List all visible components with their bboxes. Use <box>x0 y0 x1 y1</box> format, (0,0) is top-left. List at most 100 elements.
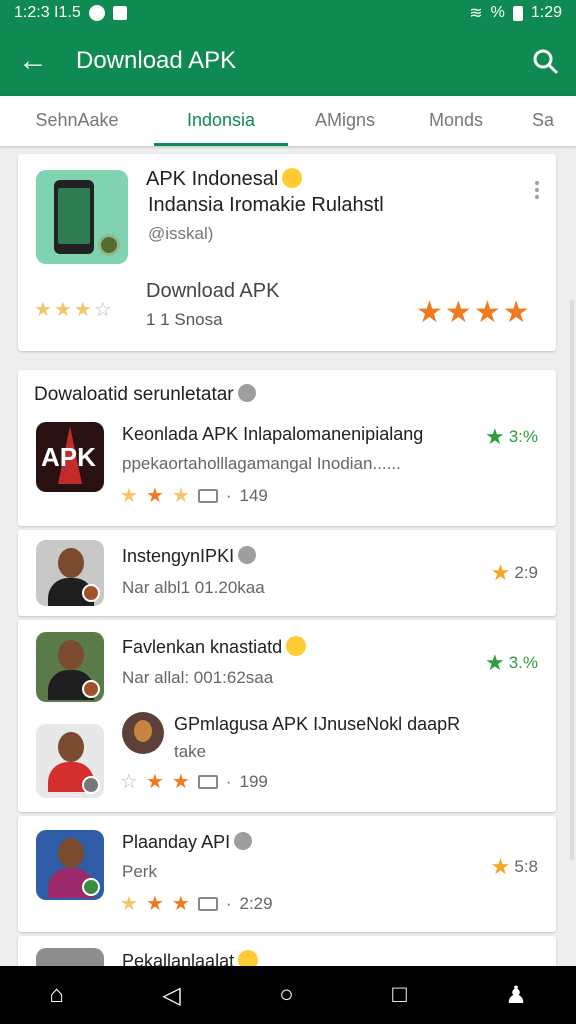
box-icon <box>197 775 218 789</box>
status-right: ≋ % 1:29 <box>469 3 562 23</box>
star-icon: ★ <box>145 771 164 793</box>
rating-badge: ★ 2:9 <box>490 560 538 585</box>
rating-badge: ★ 3.% <box>484 650 538 675</box>
download-label[interactable]: Download APK <box>146 280 279 303</box>
star-icon: ★ <box>490 560 511 585</box>
badge-icon <box>82 680 100 698</box>
tab-amigns[interactable]: AMigns <box>288 96 402 146</box>
more-options-icon[interactable] <box>534 178 540 202</box>
star-icon: ★ <box>444 296 472 329</box>
small-rating-stars: ★ ★ ★ ☆ <box>34 300 112 320</box>
star-outline-icon: ☆ <box>93 299 112 321</box>
star-icon: ★ <box>484 424 505 449</box>
list-item-title: InstengynIPKI <box>122 546 257 567</box>
list-item-title: Plaanday API <box>122 832 253 853</box>
search-icon[interactable] <box>532 48 558 74</box>
back-icon[interactable]: ◁ <box>162 981 180 1010</box>
featured-title: APK Indonesal <box>146 168 303 191</box>
notification-icon <box>88 5 105 21</box>
list-item-subtitle: Nar albl1 01.20kaa <box>122 578 265 597</box>
verified-icon <box>234 832 253 850</box>
status-bar: 1:2:3 I1.5 ≋ % 1:29 <box>0 0 576 26</box>
list-item-meta: ☆ ★ ★ · 199 <box>120 771 268 793</box>
star-icon: ★ <box>416 296 443 329</box>
star-outline-icon: ☆ <box>120 771 138 793</box>
badge-icon <box>82 878 100 896</box>
apk-logo-text: APK <box>41 442 96 472</box>
emoji-icon <box>282 168 303 188</box>
scrollbar[interactable] <box>570 300 574 860</box>
star-icon: ★ <box>171 893 190 915</box>
status-clock: 1:29 <box>530 4 562 21</box>
avatar <box>122 712 164 754</box>
star-icon: ★ <box>145 893 164 915</box>
featured-developer: @isskal) <box>148 224 214 243</box>
page-title: Download APK <box>76 47 237 74</box>
star-icon: ★ <box>484 650 505 675</box>
star-icon: ★ <box>171 485 190 507</box>
apk-app-icon[interactable]: APK <box>36 422 104 492</box>
list-item-title[interactable]: Keonlada APK Inlapalomanenipialang <box>122 424 423 445</box>
verified-icon <box>238 546 257 564</box>
box-icon <box>197 489 218 503</box>
avatar <box>36 724 104 798</box>
list-item-meta: ★ ★ ★ · 2:29 <box>120 893 273 915</box>
emoji-icon <box>286 636 307 656</box>
star-icon: ★ <box>473 296 501 329</box>
list-item-subtitle: Perk <box>122 862 157 881</box>
section-title: Dowaloatid serunletatar <box>34 384 256 406</box>
list-item-subtitle: Nar allal: 001:62saa <box>122 668 274 687</box>
star-icon: ★ <box>120 893 138 915</box>
rating-badge: ★ 3:% <box>484 424 538 449</box>
status-left: 1:2:3 I1.5 <box>14 4 127 22</box>
featured-app-thumbnail <box>36 170 128 264</box>
verified-icon <box>237 384 256 402</box>
tab-bar: SehnAake Indonsia AMigns Monds Sa <box>0 96 576 146</box>
star-icon: ★ <box>145 485 164 507</box>
tab-indonsia[interactable]: Indonsia <box>154 96 288 146</box>
battery-percent: % <box>490 4 505 21</box>
system-nav-bar: ⌂ ◁ ○ □ ♟ <box>0 966 576 1024</box>
rating-badge: ★ 5:8 <box>490 854 538 879</box>
star-icon: ★ <box>502 296 530 329</box>
star-icon: ★ <box>490 854 511 879</box>
list-item-card[interactable]: InstengynIPKI Nar albl1 01.20kaa ★ 2:9 <box>18 530 556 616</box>
avatar <box>36 830 104 900</box>
featured-size: 1 1 Snosa <box>146 310 223 329</box>
star-icon: ★ <box>34 299 52 321</box>
badge-icon <box>82 776 100 794</box>
home-circle-icon[interactable]: ○ <box>279 981 294 1009</box>
status-time: 1:2:3 I1.5 <box>14 4 81 21</box>
battery-icon <box>512 5 523 21</box>
star-icon: ★ <box>120 485 138 507</box>
gear-icon <box>98 234 120 256</box>
box-icon <box>197 897 218 911</box>
avatar <box>36 632 104 702</box>
tab-monds[interactable]: Monds <box>402 96 510 146</box>
section-card: Dowaloatid serunletatar APK Keonlada APK… <box>18 370 556 526</box>
star-icon: ★ <box>171 771 190 793</box>
list-item-title: GPmlagusa APK IJnuseNokl daapR <box>174 714 461 734</box>
list-item-meta: ★ ★ ★ · 149 <box>120 485 268 507</box>
tab-sehnaake[interactable]: SehnAake <box>0 96 154 146</box>
app-bar: ← Download APK <box>0 26 576 96</box>
back-arrow-icon[interactable]: ← <box>18 44 58 78</box>
phone-image <box>54 180 94 254</box>
avatar <box>36 540 104 606</box>
wifi-icon: ≋ <box>469 5 483 22</box>
app-icon <box>112 6 127 20</box>
star-icon: ★ <box>73 299 92 321</box>
profile-icon[interactable]: ♟ <box>505 981 527 1010</box>
tab-sa[interactable]: Sa <box>510 96 576 146</box>
recents-icon[interactable]: □ <box>392 981 407 1009</box>
list-item-subtitle: ppekaortaholllagamangal Inodian...... <box>122 454 401 473</box>
big-rating-stars: ★ ★ ★ ★ <box>416 298 530 328</box>
star-icon: ★ <box>53 299 72 321</box>
badge-icon <box>82 584 100 602</box>
home-icon[interactable]: ⌂ <box>49 981 64 1009</box>
list-item-card[interactable]: Plaanday API Perk ★ ★ ★ · 2:29 ★ 5:8 <box>18 816 556 932</box>
list-item-subtitle: take <box>174 742 207 761</box>
featured-app-card[interactable]: APK Indonesal Indansia Iromakie Rulahstl… <box>18 154 556 351</box>
list-item-title: Favlenkan knastiatd <box>122 636 307 658</box>
list-item-card[interactable]: Favlenkan knastiatd Nar allal: 001:62saa… <box>18 620 556 812</box>
